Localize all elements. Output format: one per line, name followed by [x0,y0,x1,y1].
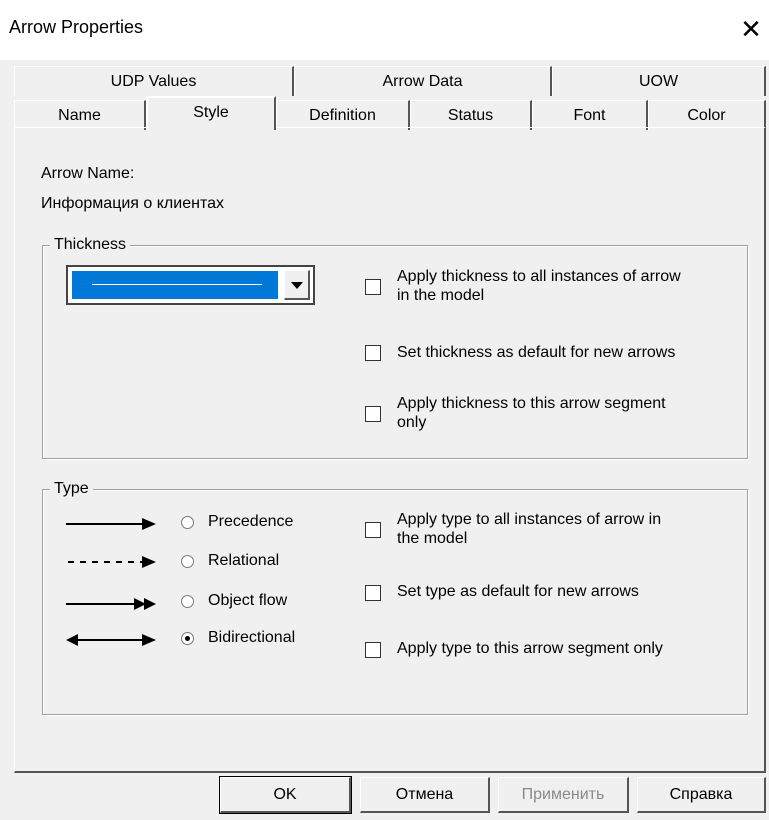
checkbox-label: only [397,414,427,431]
relational-arrow-icon [68,556,156,568]
relational-radio[interactable] [181,555,194,568]
tab-font[interactable]: Font [532,100,648,130]
apply-type-all-checkbox[interactable] [365,522,381,538]
tab-label: Arrow Data [382,73,463,90]
thickness-select[interactable] [66,265,315,305]
apply-thickness-segment-checkbox[interactable] [365,406,381,422]
checkbox-label: Set thickness as default for new arrows [397,344,676,361]
tab-style[interactable]: Style [146,96,276,130]
dropdown-button[interactable] [284,270,310,300]
tab-label: Style [193,104,229,121]
object-flow-arrow-icon [66,598,156,610]
tab-name[interactable]: Name [14,100,146,130]
tab-status[interactable]: Status [410,100,532,130]
radio-label: Object flow [208,592,288,609]
checkbox-label: in the model [397,287,485,304]
checkbox-label: Apply type to all instances of arrow in [397,511,662,528]
radio-label: Bidirectional [208,629,296,646]
precedence-arrow-icon [66,518,156,530]
radio-label: Precedence [208,513,294,530]
tab-color[interactable]: Color [648,100,766,130]
ok-button[interactable]: OK [219,776,352,814]
thickness-selected-value [72,271,278,299]
close-icon[interactable]: ✕ [733,10,769,48]
checkbox-label: Apply thickness to this arrow segment [397,395,666,412]
checkbox-label: Apply thickness to all instances of arro… [397,268,681,285]
tab-label: UOW [638,73,679,90]
chevron-down-icon [291,282,303,289]
object-flow-radio[interactable] [181,595,194,608]
apply-type-segment-checkbox[interactable] [365,642,381,658]
bidirectional-radio[interactable] [181,632,194,645]
tab-uow[interactable]: UOW [552,66,766,96]
cancel-button[interactable]: Отмена [360,777,490,813]
checkbox-label: the model [397,530,468,547]
thickness-group-label: Thickness [50,236,131,254]
checkbox-label: Apply type to this arrow segment only [397,640,663,657]
tab-udp-values[interactable]: UDP Values [14,66,294,96]
arrow-name-label: Arrow Name: [41,165,135,182]
apply-thickness-all-checkbox[interactable] [365,279,381,295]
apply-button[interactable]: Применить [498,777,629,813]
checkbox-label: Set type as default for new arrows [397,583,639,600]
window-title: Arrow Properties [9,17,144,37]
radio-label: Relational [208,552,280,569]
set-thickness-default-checkbox[interactable] [365,345,381,361]
set-type-default-checkbox[interactable] [365,585,381,601]
thin-line-icon [92,284,262,285]
type-group-label: Type [50,480,93,498]
tab-label: UDP Values [110,73,197,90]
tab-definition[interactable]: Definition [276,100,410,130]
arrow-name-value: Информация о клиентах [41,195,224,212]
precedence-radio[interactable] [181,516,194,529]
help-button[interactable]: Справка [637,777,766,813]
tab-arrow-data[interactable]: Arrow Data [294,66,552,96]
bidirectional-arrow-icon [66,634,156,646]
